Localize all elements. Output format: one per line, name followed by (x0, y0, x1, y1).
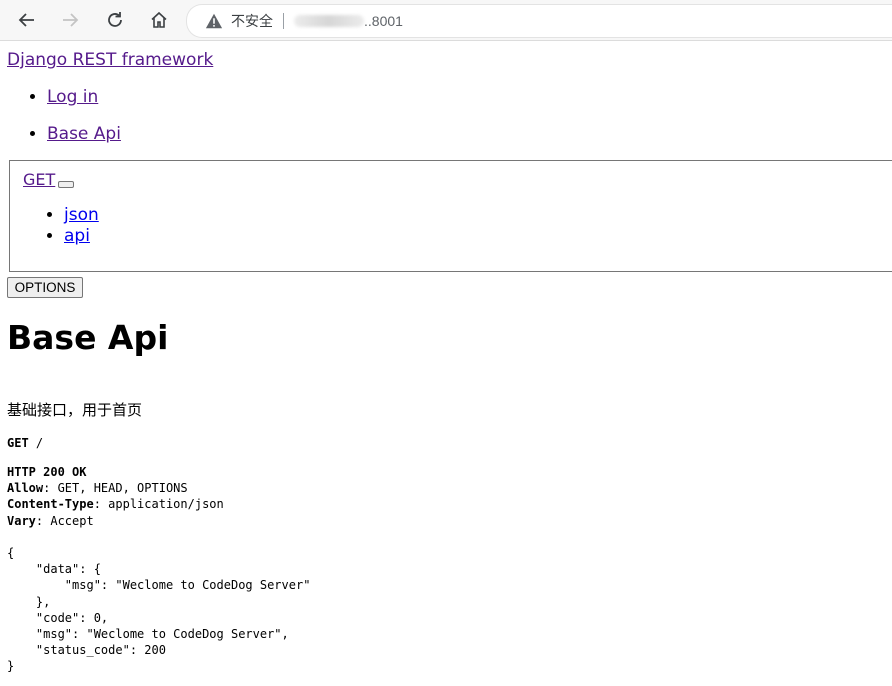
json-line: "data": { (7, 562, 101, 577)
address-bar[interactable]: 不安全 ..8001 (186, 4, 892, 38)
get-form: GET json api (9, 160, 892, 272)
format-json-link[interactable]: json (64, 205, 99, 225)
home-button[interactable] (145, 6, 173, 34)
login-link[interactable]: Log in (47, 87, 98, 107)
home-icon (151, 11, 167, 28)
security-label[interactable]: 不安全 (231, 11, 273, 31)
json-line: } (7, 659, 15, 674)
page-description: 基础接口，用于首页 (7, 401, 143, 419)
format-dropdown-toggle[interactable] (58, 181, 74, 188)
format-list: json api (44, 205, 99, 247)
response-status: HTTP 200 OK (7, 465, 87, 479)
arrow-right-icon (63, 13, 79, 27)
response-headers: HTTP 200 OK Allow: GET, HEAD, OPTIONS Co… (7, 465, 224, 528)
header-value: GET, HEAD, OPTIONS (57, 481, 188, 496)
json-line: "status_code": 200 (7, 643, 166, 658)
nav-item-login: Log in (47, 82, 121, 119)
brand-link[interactable]: Django REST framework (7, 50, 213, 70)
options-button[interactable]: OPTIONS (7, 277, 83, 298)
arrow-left-icon (18, 13, 34, 27)
request-method: GET (7, 436, 29, 450)
format-item-api: api (64, 226, 99, 247)
json-line: "code": 0, (7, 610, 109, 625)
header-name: Vary (7, 513, 36, 528)
header-value: Accept (50, 513, 94, 528)
request-path: / (35, 436, 44, 450)
response-body: { "data": { "msg": "Weclome to CodeDog S… (7, 545, 310, 675)
nav-item-base-api: Base Api (47, 119, 121, 156)
address-separator (283, 13, 284, 29)
reload-button[interactable] (101, 6, 129, 34)
header-name: Content-Type (7, 497, 94, 512)
json-line: "msg": "Weclome to CodeDog Server", (7, 627, 289, 642)
get-button[interactable]: GET (23, 170, 55, 189)
page-title: Base Api (7, 318, 169, 357)
url-text: ..8001 (364, 13, 403, 29)
json-line: "msg": "Weclome to CodeDog Server" (7, 578, 311, 593)
back-button[interactable] (13, 6, 41, 34)
breadcrumb-base-api-link[interactable]: Base Api (47, 124, 121, 144)
header-value: application/json (108, 497, 224, 512)
main-nav: Log in Base Api (27, 82, 121, 156)
url-redacted (294, 15, 364, 27)
browser-toolbar: 不安全 ..8001 (0, 0, 892, 41)
request-info: GET / (7, 435, 43, 451)
json-line: { (7, 546, 15, 560)
reload-icon (108, 12, 122, 27)
header-name: Allow (7, 481, 44, 496)
warning-icon (205, 13, 223, 29)
format-item-json: json (64, 205, 99, 226)
format-api-link[interactable]: api (64, 226, 90, 246)
json-line: }, (7, 594, 51, 609)
forward-button[interactable] (56, 6, 84, 34)
